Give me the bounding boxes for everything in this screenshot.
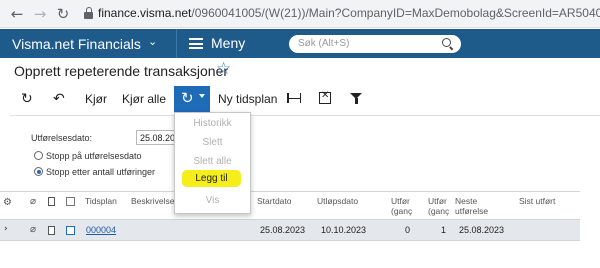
cell-exec-left: 1	[441, 225, 447, 235]
attachment-icon: ⌀	[30, 196, 37, 207]
refresh-icon[interactable]: ↻	[21, 91, 33, 107]
actions-dropdown-menu: Historikk Slett Slett alle Vis	[174, 112, 251, 214]
cell-start-date: 25.08.2023	[260, 225, 306, 235]
url-path: /0960041005/(W(21))/Main?CompanyID=MaxDe…	[191, 6, 600, 20]
address-bar[interactable]: finance.visma.net/0960041005/(W(21))/Mai…	[98, 6, 600, 20]
cell-exec-count: 0	[405, 225, 411, 235]
menu-item-view: Vis	[205, 195, 220, 206]
search-icon[interactable]	[442, 38, 454, 51]
stop-after-count-label: Stopp etter antall utføringer	[46, 167, 156, 177]
favorite-star-icon[interactable]: ☆	[216, 59, 231, 79]
select-all-checkbox[interactable]	[66, 197, 75, 206]
filter-icon-stem	[354, 98, 358, 104]
reload-icon[interactable]: ↻	[54, 5, 72, 23]
url-host: finance.visma.net	[98, 6, 192, 20]
menu-item-add-label: Legg til	[195, 173, 228, 184]
cell-expiry-date: 10.10.2023	[321, 225, 367, 235]
dropdown-caret-icon	[199, 94, 205, 98]
col-start-date[interactable]: Startdato	[257, 196, 292, 206]
run-all-button[interactable]: Kjør alle	[122, 92, 166, 106]
undo-icon[interactable]: ↶	[53, 91, 65, 107]
cell-next-exec: 25.08.2023	[459, 225, 505, 235]
stop-after-count-radio[interactable]	[34, 167, 43, 176]
row-selector-icon: ›	[4, 224, 8, 234]
menu-item-delete-all: Slett alle	[193, 156, 232, 167]
forward-arrow-icon[interactable]: →	[31, 5, 49, 23]
menu-item-history: Historikk	[193, 118, 232, 129]
col-exec-left-line1: Utfør	[428, 196, 447, 206]
col-schedule[interactable]: Tidsplan	[85, 196, 117, 206]
menu-label: Meny	[211, 35, 246, 51]
search-input[interactable]: Søk (Alt+S)	[289, 35, 461, 53]
stop-on-date-label: Stopp på utførelsesdato	[46, 151, 142, 161]
note-icon[interactable]	[48, 226, 55, 235]
col-exec-count-line1: Utfør	[391, 196, 410, 206]
col-exec-count[interactable]: Utfør (ganç	[391, 196, 412, 216]
page-title: Opprett repeterende transaksjoner	[14, 63, 229, 79]
cell-schedule-link[interactable]: 000004	[86, 225, 116, 235]
lock-icon	[84, 7, 93, 19]
col-next-exec-line2: utførelse	[455, 206, 489, 216]
menu-item-add[interactable]: Legg til	[182, 170, 241, 187]
search-placeholder: Søk (Alt+S)	[298, 38, 350, 49]
header-divider	[176, 29, 177, 58]
app-title[interactable]: Visma.net Financials	[12, 36, 141, 52]
browser-bar: ← → ↻ finance.visma.net/0960041005/(W(21…	[0, 0, 600, 28]
col-last-exec[interactable]: Sist utført	[519, 196, 555, 206]
col-expiry-date[interactable]: Utløpsdato	[317, 196, 358, 206]
export-excel-icon[interactable]: ✕	[319, 90, 331, 104]
col-exec-left-line2: (ganç	[428, 206, 450, 216]
run-button[interactable]: Kjør	[85, 92, 107, 106]
back-arrow-icon[interactable]: ←	[8, 5, 26, 23]
col-next-exec-line1: Neste	[455, 196, 478, 206]
actions-menu-button[interactable]: ↻	[174, 86, 210, 112]
attachment-icon[interactable]: ⌀	[30, 224, 36, 235]
fit-to-screen-icon[interactable]	[287, 93, 301, 103]
hamburger-icon	[189, 38, 203, 49]
row-checkbox[interactable]	[66, 226, 75, 235]
col-description[interactable]: Beskrivelse	[131, 196, 174, 206]
col-exec-left[interactable]: Utfør (ganç	[428, 196, 449, 216]
chevron-down-icon[interactable]: ⌄	[148, 35, 157, 48]
execution-date-label: Utførelsesdato:	[31, 133, 93, 143]
stop-on-date-radio[interactable]	[34, 151, 43, 160]
note-icon	[48, 197, 55, 206]
cycle-icon: ↻	[181, 89, 194, 107]
app-header: Visma.net Financials ⌄ Meny Søk (Alt+S)	[0, 29, 600, 58]
menu-item-delete: Slett	[202, 137, 223, 148]
col-next-exec[interactable]: Neste utførelse	[455, 196, 488, 216]
grid-settings-icon[interactable]: ⚙	[3, 197, 12, 208]
new-schedule-button[interactable]: Ny tidsplan	[218, 92, 277, 106]
col-exec-count-line2: (ganç	[391, 206, 413, 216]
